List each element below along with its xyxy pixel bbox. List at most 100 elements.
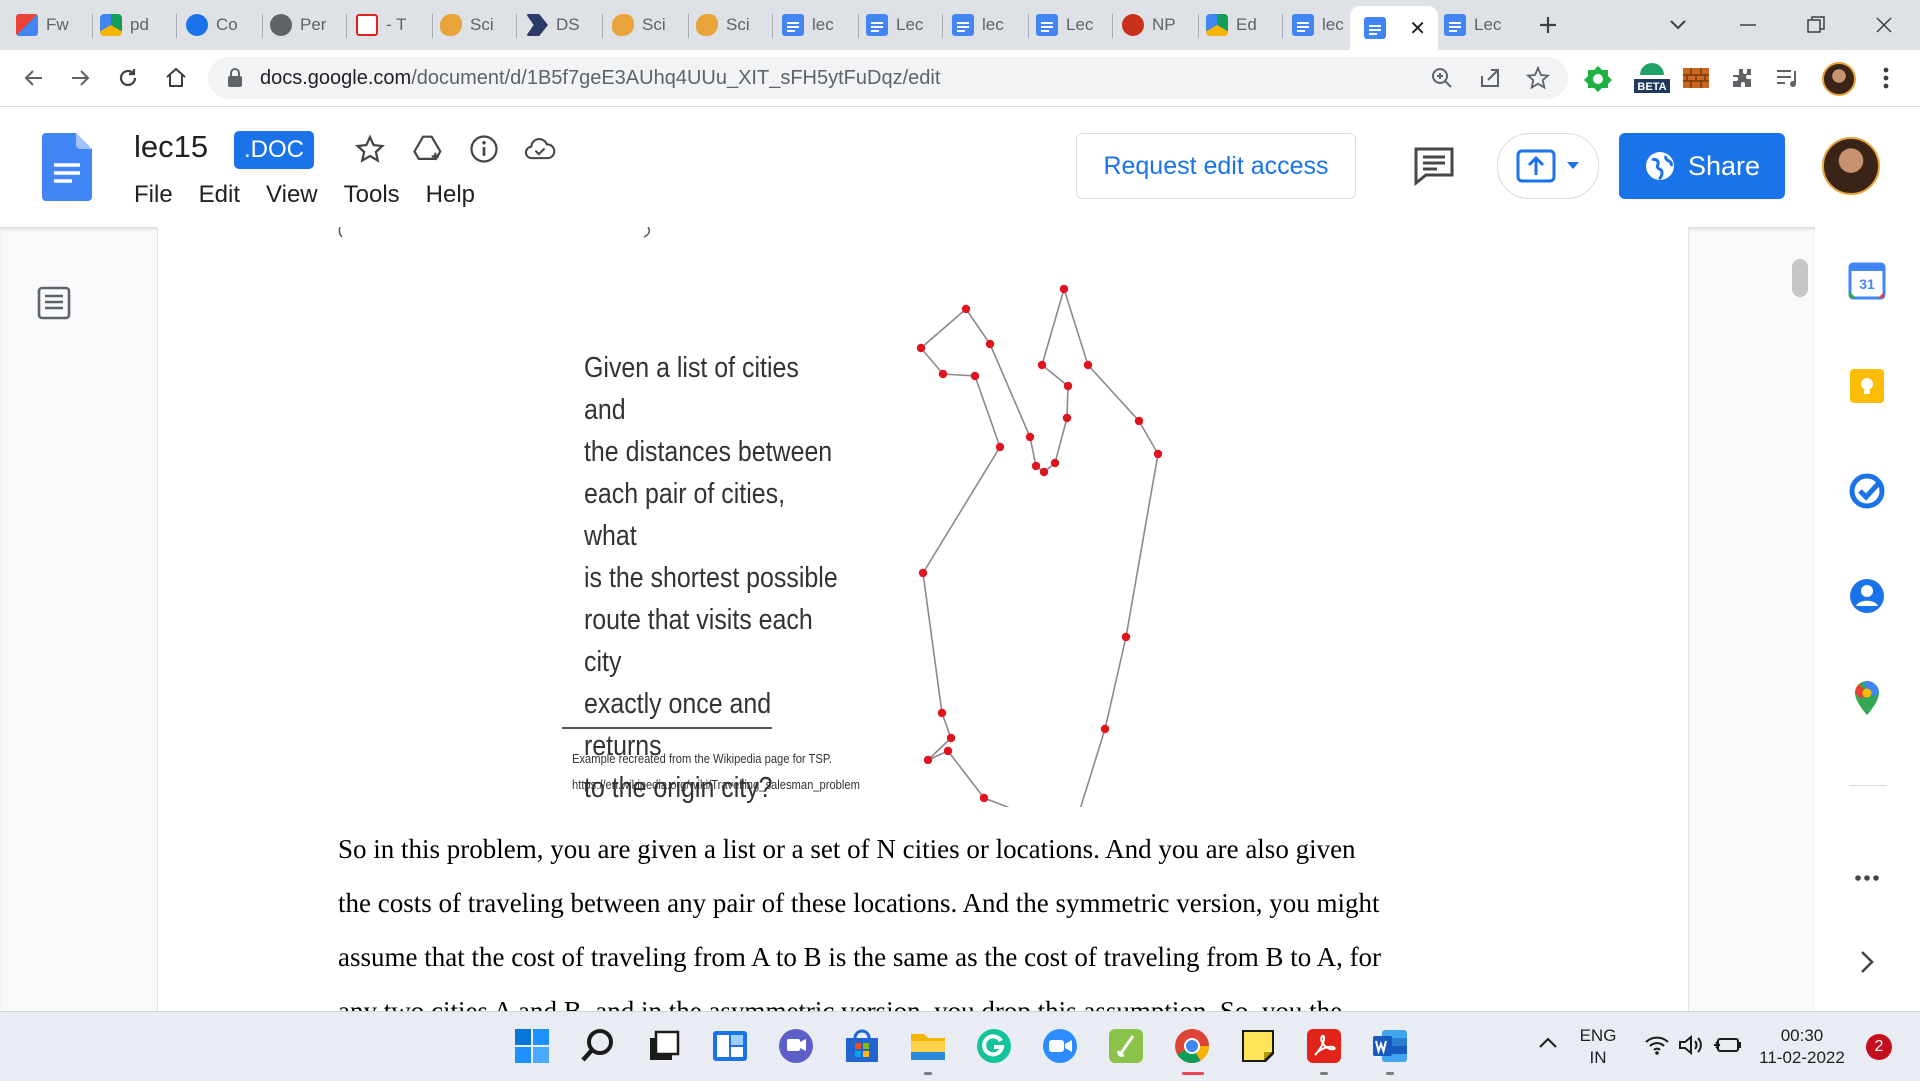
close-tab-icon[interactable]: ✕ xyxy=(1409,16,1426,41)
browser-tab[interactable]: lec xyxy=(1292,8,1344,42)
extension-brick-icon[interactable] xyxy=(1680,62,1712,94)
address-bar[interactable]: docs.google.com/document/d/1B5f7geE3AUhq… xyxy=(208,57,1568,99)
tab-separator xyxy=(92,14,93,38)
restore-button[interactable] xyxy=(1796,8,1836,42)
google-docs-logo-icon[interactable] xyxy=(42,133,92,201)
menu-edit[interactable]: Edit xyxy=(189,179,250,211)
browser-tab[interactable]: Lec xyxy=(1036,8,1106,42)
bookmark-star-icon[interactable] xyxy=(1525,65,1551,90)
zoom-app-icon[interactable] xyxy=(1040,1026,1080,1066)
minimize-button[interactable] xyxy=(1728,8,1768,42)
back-button[interactable] xyxy=(18,62,50,94)
menu-bar: File Edit View Tools Help xyxy=(124,179,491,211)
sticky-notes-icon[interactable] xyxy=(1238,1026,1278,1066)
menu-view[interactable]: View xyxy=(256,179,328,211)
task-view-icon[interactable] xyxy=(644,1026,684,1066)
new-tab-button[interactable] xyxy=(1528,8,1568,42)
media-control-icon[interactable] xyxy=(1772,62,1804,94)
share-page-icon[interactable] xyxy=(1478,66,1502,90)
calendar-icon[interactable]: 31 xyxy=(1848,262,1886,300)
forward-button[interactable] xyxy=(64,62,96,94)
show-hidden-icons-chevron-icon[interactable] xyxy=(1538,1036,1558,1050)
city-node xyxy=(1059,284,1069,294)
tab-separator xyxy=(1112,14,1113,38)
close-window-button[interactable] xyxy=(1864,8,1904,42)
tab-label: DS xyxy=(556,15,580,34)
browser-tab[interactable]: Per xyxy=(270,8,340,42)
browser-tab[interactable]: NP xyxy=(1122,8,1192,42)
chrome-icon[interactable] xyxy=(1172,1026,1212,1066)
chevron-right-icon[interactable] xyxy=(1848,943,1886,981)
zoom-icon[interactable] xyxy=(1430,66,1454,90)
search-icon[interactable] xyxy=(578,1026,618,1066)
browser-tab[interactable]: Sci xyxy=(440,8,510,42)
acrobat-reader-icon[interactable] xyxy=(1304,1026,1344,1066)
extension-beta-icon[interactable]: BETA xyxy=(1630,62,1674,94)
browser-tab[interactable]: Co xyxy=(186,8,256,42)
browser-tab[interactable]: Lec xyxy=(1444,8,1514,42)
windows-start-icon[interactable] xyxy=(512,1026,552,1066)
battery-icon[interactable] xyxy=(1712,1034,1742,1056)
maps-icon[interactable] xyxy=(1848,679,1886,717)
browser-tab[interactable]: lec xyxy=(782,8,852,42)
grammarly-icon[interactable] xyxy=(974,1026,1014,1066)
more-horizontal-icon[interactable] xyxy=(1848,859,1886,897)
keep-icon[interactable] xyxy=(1848,367,1886,405)
account-avatar[interactable] xyxy=(1822,137,1880,195)
tab-separator xyxy=(602,14,603,38)
document-page[interactable]: Given a list of cities and the distances… xyxy=(158,227,1688,1011)
tasks-icon[interactable] xyxy=(1848,472,1886,510)
browser-menu-icon[interactable] xyxy=(1870,62,1902,94)
tab-separator xyxy=(942,14,943,38)
cloud-saved-icon[interactable] xyxy=(524,133,556,165)
browser-tab[interactable]: pd xyxy=(100,8,170,42)
document-title[interactable]: lec15 xyxy=(134,129,208,165)
url-text: docs.google.com/document/d/1B5f7geE3AUhq… xyxy=(260,66,941,89)
notification-badge[interactable]: 2 xyxy=(1866,1034,1892,1060)
extensions-puzzle-icon[interactable] xyxy=(1726,62,1758,94)
reload-button[interactable] xyxy=(112,62,144,94)
city-node xyxy=(1121,632,1131,642)
widgets-icon[interactable] xyxy=(710,1026,750,1066)
document-outline-icon[interactable] xyxy=(36,285,72,321)
browser-tab[interactable]: Sci xyxy=(612,8,682,42)
present-button[interactable] xyxy=(1497,133,1599,199)
volume-icon[interactable] xyxy=(1678,1034,1704,1056)
move-to-drive-icon[interactable] xyxy=(412,133,444,165)
browser-tab[interactable]: Sci xyxy=(696,8,766,42)
info-icon[interactable] xyxy=(468,133,500,165)
tab-active[interactable]: ✕ xyxy=(1350,6,1438,50)
home-button[interactable] xyxy=(160,62,192,94)
wifi-icon[interactable] xyxy=(1644,1034,1670,1056)
scilab-icon xyxy=(440,14,462,36)
browser-tab[interactable]: DS xyxy=(526,8,596,42)
extension-green-icon[interactable] xyxy=(1582,62,1614,94)
star-icon[interactable] xyxy=(354,133,386,165)
word-icon[interactable] xyxy=(1370,1026,1410,1066)
menu-tools[interactable]: Tools xyxy=(334,179,410,211)
vertical-scrollbar-thumb[interactable] xyxy=(1792,259,1808,297)
notepad-plus-icon[interactable] xyxy=(1106,1026,1146,1066)
file-explorer-icon[interactable] xyxy=(908,1026,948,1066)
browser-tab[interactable]: Ed xyxy=(1206,8,1276,42)
comment-history-icon[interactable] xyxy=(1412,143,1456,187)
browser-tab[interactable]: Lec xyxy=(866,8,936,42)
browser-tab[interactable]: Fw xyxy=(16,8,86,42)
share-button[interactable]: Share xyxy=(1619,133,1785,199)
menu-help[interactable]: Help xyxy=(416,179,485,211)
tab-strip: Fw pd Co Per - T Sci DS Sci Sci lec Lec lec Lec NP Ed l… xyxy=(0,0,1920,50)
contacts-icon[interactable] xyxy=(1848,577,1886,615)
teams-chat-icon[interactable] xyxy=(776,1026,816,1066)
menu-file[interactable]: File xyxy=(124,179,183,211)
google-drive-icon xyxy=(1206,14,1228,36)
request-edit-access-button[interactable]: Request edit access xyxy=(1076,133,1356,199)
running-indicator xyxy=(1320,1072,1328,1075)
clock[interactable]: 00:30 11-02-2022 xyxy=(1752,1025,1852,1069)
browser-tab[interactable]: lec xyxy=(952,8,1022,42)
tab-search-button[interactable] xyxy=(1658,8,1698,42)
browser-profile-avatar[interactable] xyxy=(1822,62,1856,96)
language-indicator[interactable]: ENG IN xyxy=(1570,1025,1626,1069)
browser-tab[interactable]: - T xyxy=(356,8,426,42)
microsoft-store-icon[interactable] xyxy=(842,1026,882,1066)
city-node xyxy=(995,442,1005,452)
